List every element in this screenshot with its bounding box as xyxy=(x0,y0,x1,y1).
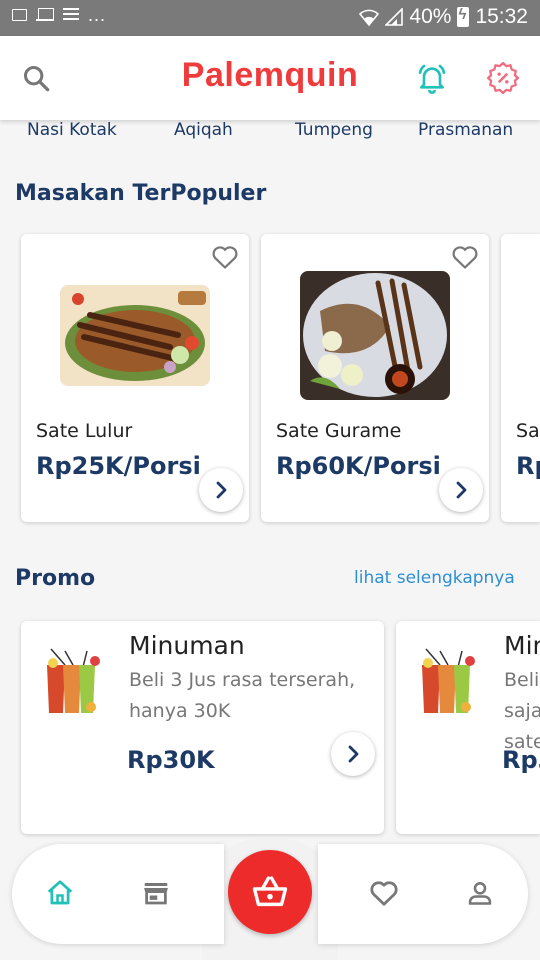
heart-icon[interactable] xyxy=(451,244,479,274)
home-icon[interactable] xyxy=(36,869,84,917)
promo-section-title: Promo xyxy=(15,566,96,591)
profile-icon[interactable] xyxy=(456,869,504,917)
food-price: Rp xyxy=(516,452,540,480)
chevron-right-icon[interactable] xyxy=(199,468,243,512)
app-bar: Palemquin xyxy=(0,36,540,120)
food-card[interactable]: Sa Rp xyxy=(501,234,540,522)
food-price: Rp60K/Porsi xyxy=(276,452,441,480)
chevron-right-icon[interactable] xyxy=(331,732,375,776)
promo-description: Beli 3 Jus rasa terserah, hanya 30K xyxy=(129,669,356,722)
promo-price: Rp30K xyxy=(127,746,215,774)
juice-icon xyxy=(418,647,480,723)
promo-description: Beli saja sate xyxy=(504,669,540,753)
wifi-icon xyxy=(359,9,380,26)
heart-icon[interactable] xyxy=(211,244,239,274)
promo-title: Min xyxy=(504,631,540,660)
app-title: Palemquin xyxy=(181,56,359,94)
list-icon xyxy=(63,8,79,21)
category-prasmanan[interactable]: Prasmanan xyxy=(418,120,513,140)
food-card[interactable]: Sate Gurame Rp60K/Porsi xyxy=(261,234,489,522)
food-name: Sate Lulur xyxy=(36,420,133,442)
battery-percent: 40% xyxy=(409,5,452,28)
heart-icon[interactable] xyxy=(360,869,408,917)
store-icon[interactable] xyxy=(132,869,180,917)
bottom-navigation xyxy=(0,836,540,960)
popular-section-title: Masakan TerPopuler xyxy=(15,181,267,206)
food-name: Sate Gurame xyxy=(276,420,402,442)
clock: 15:32 xyxy=(475,5,528,28)
more-notifications: ... xyxy=(88,4,107,25)
signal-icon xyxy=(385,8,404,26)
food-image-sate-gurame xyxy=(300,271,450,400)
basket-icon[interactable] xyxy=(228,850,312,934)
laptop-icon xyxy=(36,8,54,21)
battery-charging-icon xyxy=(457,6,470,27)
chevron-right-icon[interactable] xyxy=(439,468,483,512)
juice-icon xyxy=(43,647,105,723)
category-strip: Nasi Kotak Aqiqah Tumpeng Prasmanan xyxy=(0,120,540,146)
food-price: Rp25K/Porsi xyxy=(36,452,201,480)
category-tumpeng[interactable]: Tumpeng xyxy=(295,120,373,140)
food-card[interactable]: Sate Lulur Rp25K/Porsi xyxy=(21,234,249,522)
category-aqiqah[interactable]: Aqiqah xyxy=(174,120,233,140)
image-icon xyxy=(12,8,27,21)
food-image-sate-lulur xyxy=(60,285,210,386)
promo-title: Minuman xyxy=(129,631,245,660)
promo-card[interactable]: Minuman Beli 3 Jus rasa terserah, hanya … xyxy=(21,621,384,834)
promo-card[interactable]: Min Beli saja sate Rp3 xyxy=(396,621,540,834)
discount-badge-icon[interactable] xyxy=(485,60,521,96)
promo-price: Rp3 xyxy=(502,746,540,774)
food-name: Sa xyxy=(516,420,540,442)
see-all-link[interactable]: lihat selengkapnya xyxy=(354,568,515,588)
status-bar: ... 40% 15:32 xyxy=(0,0,540,36)
category-nasi-kotak[interactable]: Nasi Kotak xyxy=(27,120,117,140)
bell-icon[interactable] xyxy=(414,60,450,96)
